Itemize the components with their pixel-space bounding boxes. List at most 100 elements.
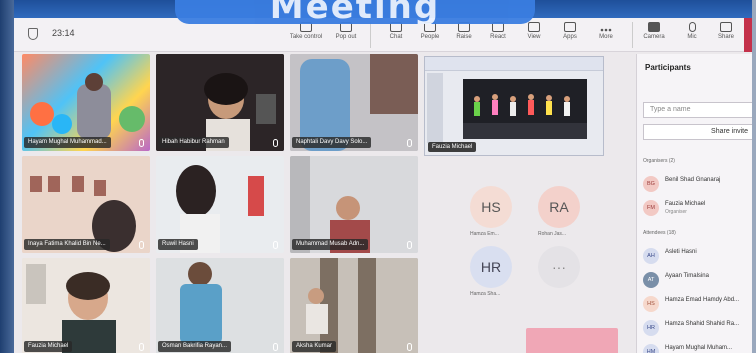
- participant-name: Hamza Shahid Shahid Ra...: [665, 321, 740, 327]
- meeting-timer: 23:14: [52, 28, 75, 38]
- mic-icon: [273, 343, 278, 351]
- video-tile[interactable]: Naphtali Davy Davy Solo...: [290, 54, 418, 151]
- tile-name: Ruwil Hasni: [158, 239, 198, 250]
- participant-row[interactable]: BG Benil Shad Gnanaraj: [643, 174, 752, 194]
- participant-name: Hamza Emad Hamdy Abd...: [665, 297, 740, 303]
- pop-out-label: Pop out: [335, 34, 357, 40]
- camera-label: Camera: [643, 34, 665, 40]
- participant-name: Fauzia Michael: [665, 201, 706, 207]
- participants-title: Participants: [645, 63, 691, 72]
- tile-name: Aksha Kumar: [292, 341, 337, 352]
- toolbar-divider: [632, 22, 633, 48]
- tile-name: Muhammad Musab Adn...: [292, 239, 369, 250]
- participant-row[interactable]: HM Hayam Mughal Muham...: [643, 342, 752, 353]
- participant-name: Asleti Hasni: [665, 249, 697, 255]
- shared-app-sidebar: [427, 73, 443, 143]
- participant-name: Benil Shad Gnanaraj: [665, 177, 721, 183]
- participant-row[interactable]: HR Hamza Shahid Shahid Ra...: [643, 318, 752, 338]
- camera-icon: [648, 22, 660, 32]
- share-invite-label: Share invite: [711, 128, 748, 135]
- participant-row[interactable]: HS Hamza Emad Hamdy Abd...: [643, 294, 752, 314]
- tile-name: Fauzia Michael: [24, 341, 73, 352]
- tile-name: Hayam Mughal Muhammad...: [24, 137, 111, 148]
- self-view-video: [526, 328, 618, 353]
- more-participants-label: ···: [552, 259, 566, 275]
- take-control-button[interactable]: Take control: [286, 20, 326, 50]
- share-label: Share: [717, 34, 734, 40]
- video-tile[interactable]: Fauzia Michael: [22, 258, 150, 353]
- shared-dance-video: [463, 79, 587, 139]
- mic-icon: [273, 241, 278, 249]
- view-icon: [528, 22, 540, 32]
- teams-meeting-window: 23:14 Take control Pop out Chat People R…: [14, 18, 752, 353]
- mic-icon: [407, 241, 412, 249]
- avatar[interactable]: RA: [538, 186, 580, 228]
- screen-frame-left: [0, 0, 14, 353]
- participant-role: Organiser: [665, 209, 687, 215]
- camera-button[interactable]: Camera: [634, 20, 674, 50]
- video-tile[interactable]: Hayam Mughal Muhammad...: [22, 54, 150, 151]
- mic-icon: [139, 139, 144, 147]
- video-tile[interactable]: Aksha Kumar: [290, 258, 418, 353]
- apps-button[interactable]: Apps: [550, 20, 590, 50]
- apps-icon: [564, 22, 576, 32]
- leave-button-edge[interactable]: [744, 18, 752, 52]
- avatar-caption: Rohan Jas...: [538, 231, 567, 237]
- more-label: More: [599, 34, 613, 40]
- participant-avatar: FM: [643, 200, 659, 216]
- share-invite-button[interactable]: Share invite: [643, 124, 752, 140]
- tile-name: Osman Bakrifia Rayan...: [158, 341, 232, 352]
- screen-frame-right: [752, 0, 756, 353]
- participant-avatar: AT: [643, 272, 659, 288]
- take-control-label: Take control: [289, 34, 323, 40]
- mic-icon: [273, 139, 278, 147]
- more-participants[interactable]: ···: [538, 246, 580, 288]
- more-button[interactable]: More: [586, 20, 626, 50]
- share-button[interactable]: Share: [706, 20, 746, 50]
- toolbar-divider: [370, 22, 371, 48]
- shared-screen[interactable]: Fauzia Michael: [424, 56, 604, 156]
- avatar[interactable]: HR: [470, 246, 512, 288]
- tile-name: Inaya Fatima Khalid Bin Ne...: [24, 239, 110, 250]
- view-button[interactable]: View: [514, 20, 554, 50]
- avatar-initials: RA: [549, 199, 569, 215]
- mic-icon: [139, 343, 144, 351]
- mic-icon: [139, 241, 144, 249]
- avatar[interactable]: HS: [470, 186, 512, 228]
- participant-row[interactable]: FM Fauzia Michael Organiser: [643, 198, 752, 218]
- participant-video: [22, 258, 150, 353]
- participant-avatar: HR: [643, 320, 659, 336]
- avatar-initials: HS: [481, 199, 501, 215]
- participant-avatar: AH: [643, 248, 659, 264]
- organisers-section-header[interactable]: Organisers (2): [643, 158, 675, 164]
- video-tile[interactable]: Ruwil Hasni: [156, 156, 284, 253]
- avatar-caption: Hamza Em...: [470, 231, 499, 237]
- video-tile[interactable]: Osman Bakrifia Rayan...: [156, 258, 284, 353]
- participant-search-input[interactable]: Type a name: [643, 102, 752, 118]
- avatar-caption: Hamza Sha...: [470, 291, 501, 297]
- more-icon: [600, 22, 612, 32]
- react-button[interactable]: React: [478, 20, 518, 50]
- presenter-name: Fauzia Michael: [428, 142, 477, 152]
- tile-name: Naphtali Davy Davy Solo...: [292, 137, 372, 148]
- video-tile[interactable]: Inaya Fatima Khalid Bin Ne...: [22, 156, 150, 253]
- shared-app-toolbar: [425, 57, 603, 71]
- participant-avatar: HM: [643, 344, 659, 353]
- mic-icon: [407, 139, 412, 147]
- meeting-title-banner: Meeting: [175, 0, 535, 24]
- participant-video: [290, 258, 418, 353]
- mic-icon: [688, 22, 696, 32]
- participant-avatar: BG: [643, 176, 659, 192]
- video-tile[interactable]: Hibah Habibur Rahman: [156, 54, 284, 151]
- attendees-section-header[interactable]: Attendees (18): [643, 230, 676, 236]
- participant-avatar: HS: [643, 296, 659, 312]
- participant-name: Hayam Mughal Muham...: [665, 345, 733, 351]
- video-tile[interactable]: Muhammad Musab Adn...: [290, 156, 418, 253]
- dance-video-frame: [463, 79, 587, 139]
- share-icon: [720, 22, 732, 32]
- pop-out-button[interactable]: Pop out: [326, 20, 366, 50]
- mic-icon: [407, 343, 412, 351]
- participant-row[interactable]: AT Ayaan Timalsina: [643, 270, 752, 290]
- participants-pane: Participants Type a name Share invite Or…: [636, 54, 752, 353]
- participant-row[interactable]: AH Asleti Hasni: [643, 246, 752, 266]
